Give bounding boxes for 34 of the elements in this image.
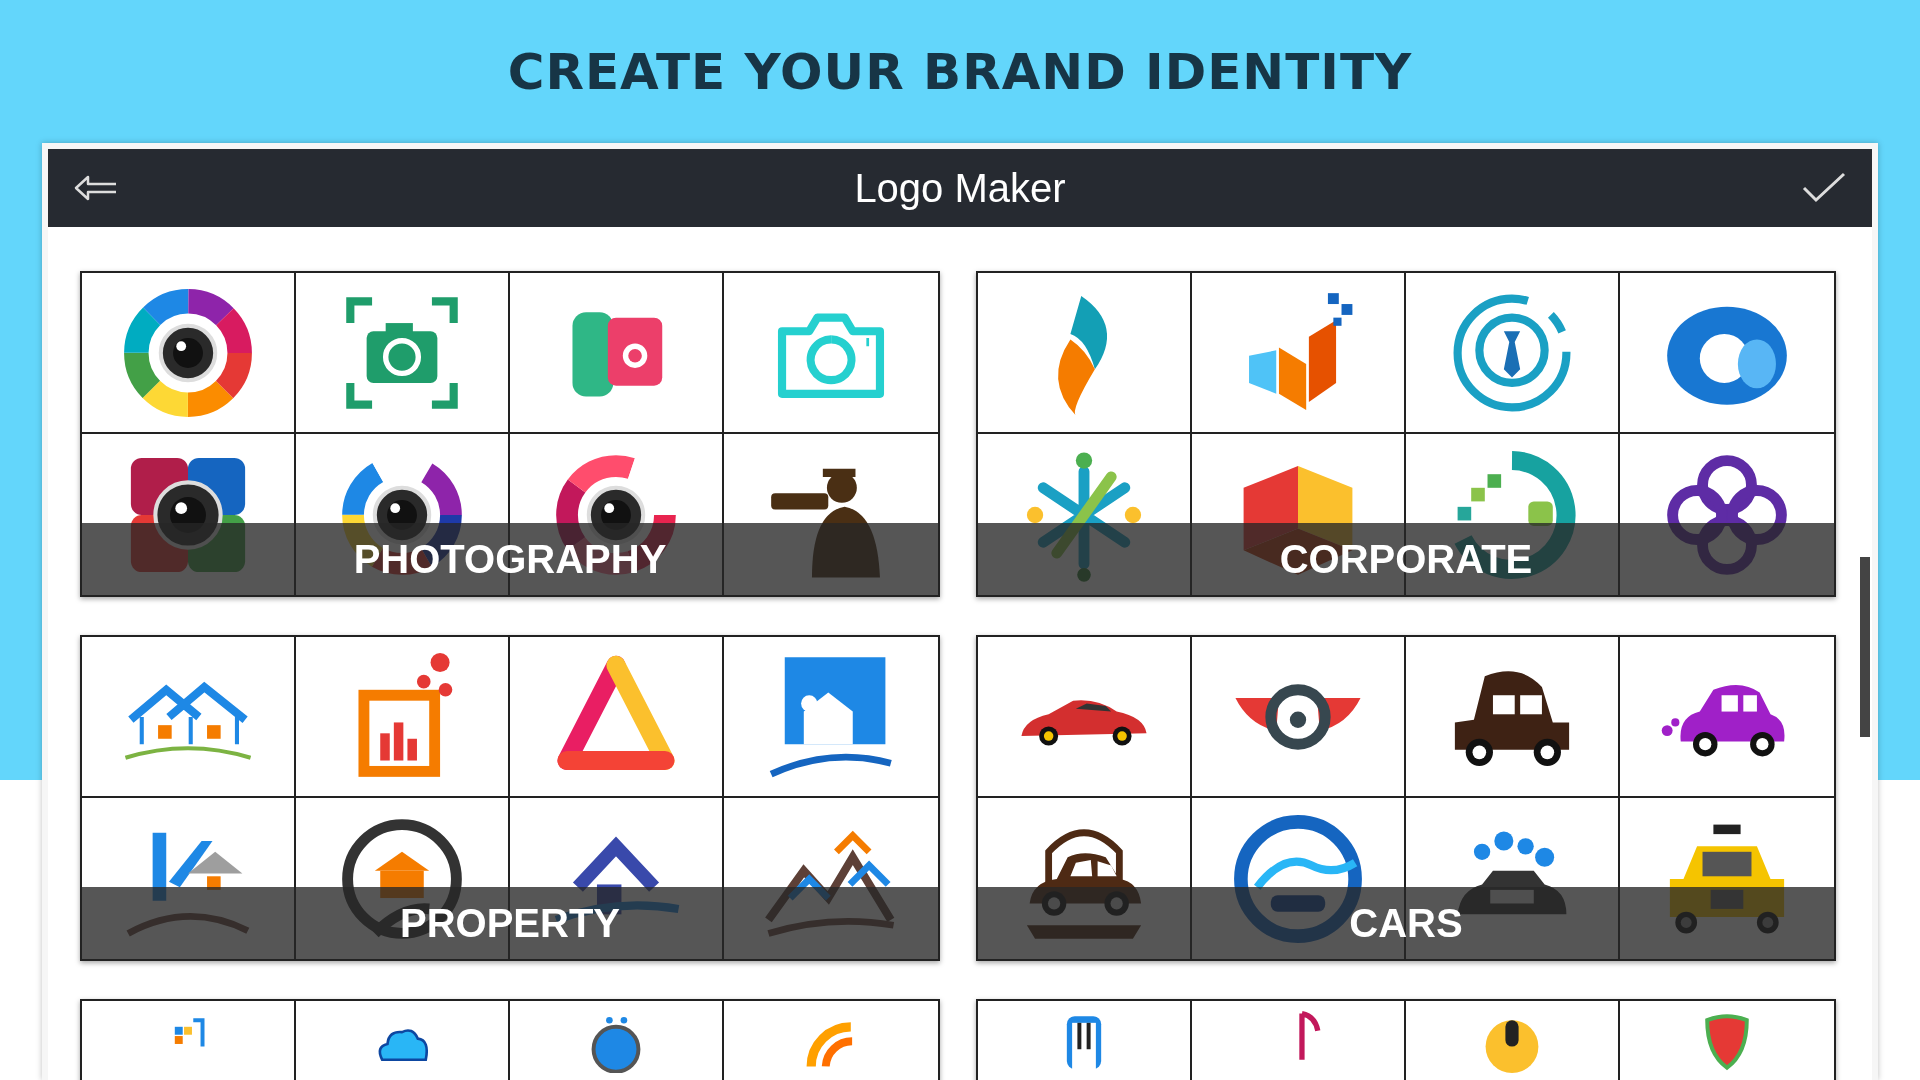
compact-car-icon: [1661, 684, 1785, 756]
microphone-icon: [1485, 1020, 1539, 1073]
vintage-car-icon: [1454, 670, 1570, 766]
triangle-icon: [557, 655, 675, 770]
category-label: PROPERTY: [399, 900, 620, 946]
bar-chart-icon: [1249, 292, 1353, 410]
cloud-icon: [378, 1029, 429, 1062]
headline: CREATE YOUR BRAND IDENTITY: [507, 42, 1413, 101]
category-label: CARS: [1349, 900, 1463, 946]
category-card[interactable]: CARS: [976, 635, 1836, 961]
tie-circle-icon: [1453, 294, 1571, 411]
chart-square-icon: [358, 652, 453, 777]
category-card[interactable]: PROPERTY: [80, 635, 940, 961]
category-card[interactable]: PHOTOGRAPHY: [80, 271, 940, 597]
camera-outline-icon: [777, 313, 885, 398]
sports-car-icon: [1021, 699, 1147, 746]
houses-icon: [124, 681, 252, 760]
shield-icon: [1705, 1014, 1749, 1070]
scrollbar-thumb[interactable]: [1860, 557, 1870, 737]
winged-steering-wheel-icon: [1235, 683, 1361, 750]
color-wheel-lens-icon: [124, 288, 252, 417]
category-card[interactable]: CORPORATE: [976, 271, 1836, 597]
swirl-icon: [1667, 306, 1787, 405]
pixel-squares-icon: [174, 1018, 205, 1047]
hand-camera-icon: [572, 311, 663, 396]
building-icon: [769, 656, 892, 777]
piano-icon: [1066, 1016, 1102, 1070]
category-label: PHOTOGRAPHY: [353, 536, 667, 582]
category-label: CORPORATE: [1279, 536, 1533, 582]
camera-frame-icon: [346, 296, 458, 409]
music-note-icon: [1299, 1010, 1321, 1063]
flame-icon: [1058, 295, 1108, 416]
app-title: Logo Maker: [854, 165, 1066, 211]
eye-orb-icon: [591, 1016, 641, 1073]
